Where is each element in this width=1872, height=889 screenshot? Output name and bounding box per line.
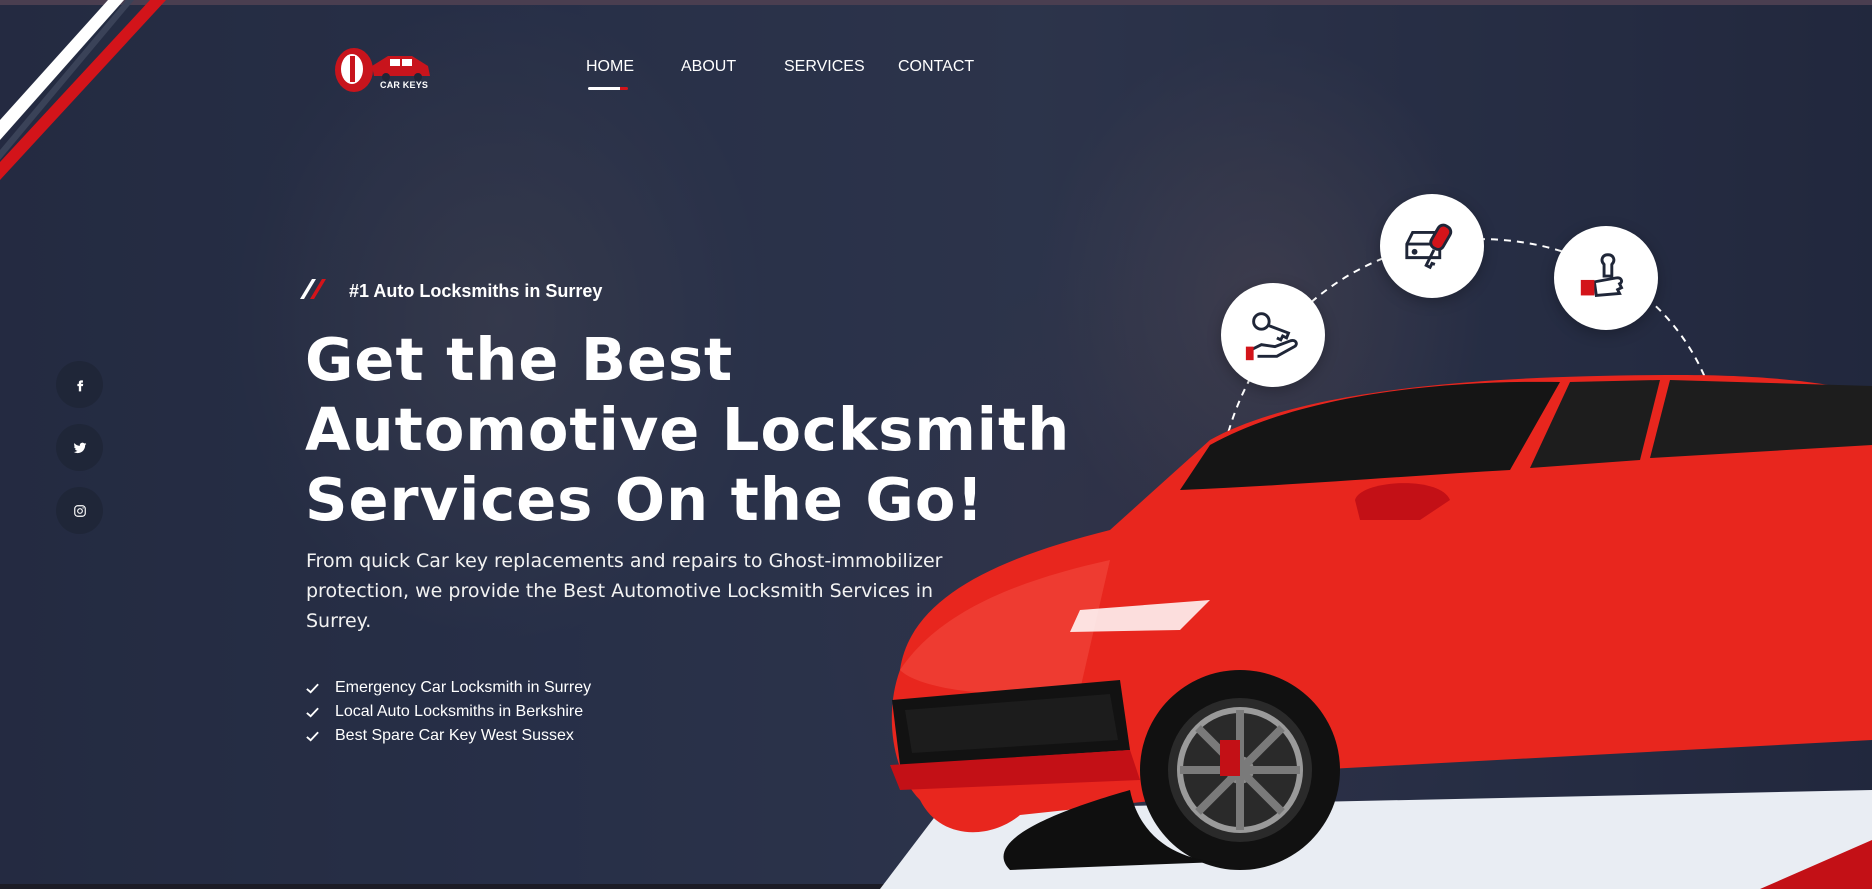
corner-stripes-decoration [0, 0, 166, 180]
instagram-icon [73, 504, 86, 517]
twitter-button[interactable] [56, 424, 103, 471]
car-key-fob-icon [1405, 223, 1453, 270]
check-icon [306, 683, 319, 694]
feature-item-label: Best Spare Car Key West Sussex [335, 727, 574, 744]
key-service-badge[interactable] [1221, 283, 1325, 387]
logo-text: CAR KEYS [380, 80, 429, 90]
feature-item: Best Spare Car Key West Sussex [305, 724, 591, 748]
check-icon [306, 731, 319, 742]
repair-wrench-icon [1580, 253, 1624, 297]
nav-home[interactable]: HOME [586, 58, 634, 76]
tagline-slash-icon [300, 279, 326, 299]
hero-description: From quick Car key replacements and repa… [306, 550, 943, 632]
nav-contact[interactable]: CONTACT [898, 58, 974, 76]
key-fob-service-badge[interactable] [1380, 194, 1484, 298]
facebook-button[interactable] [56, 361, 103, 408]
feature-list: Emergency Car Locksmith in Surrey Local … [305, 676, 591, 748]
twitter-icon [73, 442, 86, 453]
instagram-button[interactable] [56, 487, 103, 534]
feature-item-label: Emergency Car Locksmith in Surrey [335, 679, 592, 696]
key-in-hand-icon [1245, 312, 1298, 361]
feature-item: Local Auto Locksmiths in Berkshire [305, 700, 591, 724]
facebook-icon [76, 379, 83, 391]
feature-item-label: Local Auto Locksmiths in Berkshire [335, 703, 584, 720]
feature-item: Emergency Car Locksmith in Surrey [305, 676, 591, 700]
repair-service-badge[interactable] [1554, 226, 1658, 330]
nav-services[interactable]: SERVICES [784, 58, 865, 76]
check-icon [306, 707, 319, 718]
nav-active-indicator [588, 87, 628, 90]
nav-about[interactable]: ABOUT [681, 58, 736, 76]
red-suv-image [880, 375, 1872, 889]
hero-tagline: #1 Auto Locksmiths in Surrey [349, 281, 603, 301]
top-border [0, 0, 1872, 5]
